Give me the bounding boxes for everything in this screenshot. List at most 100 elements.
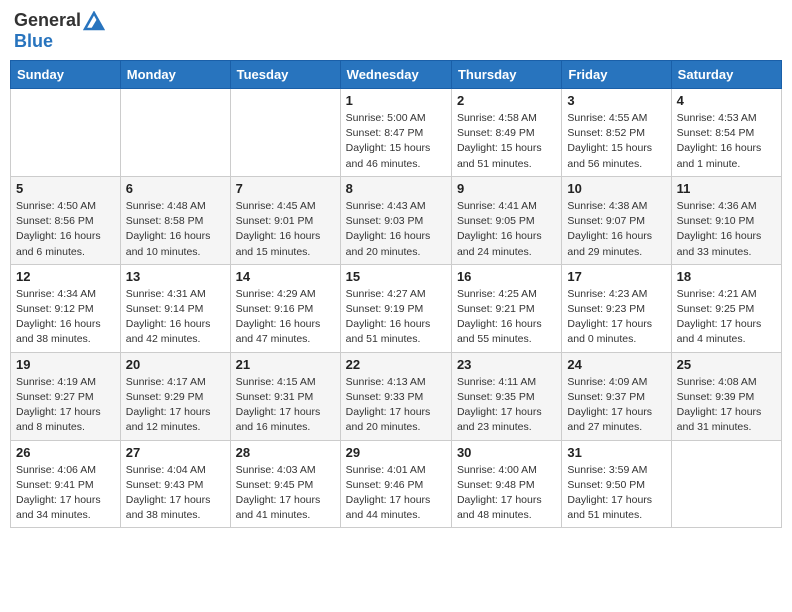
day-info: Sunrise: 4:25 AM Sunset: 9:21 PM Dayligh… <box>457 287 556 348</box>
day-info: Sunrise: 4:31 AM Sunset: 9:14 PM Dayligh… <box>126 287 225 348</box>
day-info: Sunrise: 4:00 AM Sunset: 9:48 PM Dayligh… <box>457 463 556 524</box>
calendar-cell: 14 Sunrise: 4:29 AM Sunset: 9:16 PM Dayli… <box>230 264 340 352</box>
calendar-week-row: 5 Sunrise: 4:50 AM Sunset: 8:56 PM Daylig… <box>11 176 782 264</box>
day-number: 16 <box>457 269 556 284</box>
day-number: 20 <box>126 357 225 372</box>
day-number: 7 <box>236 181 335 196</box>
calendar-week-row: 12Sunrise: 4:34 AM Sunset: 9:12 PM Dayli… <box>11 264 782 352</box>
day-number: 14 <box>236 269 335 284</box>
day-number: 21 <box>236 357 335 372</box>
calendar-cell: 18 Sunrise: 4:21 AM Sunset: 9:25 PM Dayli… <box>671 264 781 352</box>
day-number: 23 <box>457 357 556 372</box>
day-number: 1 <box>346 93 446 108</box>
day-info: Sunrise: 4:45 AM Sunset: 9:01 PM Dayligh… <box>236 199 335 260</box>
day-of-week-header: Tuesday <box>230 61 340 89</box>
day-of-week-header: Wednesday <box>340 61 451 89</box>
calendar-cell: 6 Sunrise: 4:48 AM Sunset: 8:58 PM Daylig… <box>120 176 230 264</box>
logo-icon <box>83 11 105 31</box>
day-info: Sunrise: 4:13 AM Sunset: 9:33 PM Dayligh… <box>346 375 446 436</box>
calendar-cell: 17 Sunrise: 4:23 AM Sunset: 9:23 PM Dayli… <box>562 264 671 352</box>
calendar-cell: 25 Sunrise: 4:08 AM Sunset: 9:39 PM Dayli… <box>671 352 781 440</box>
calendar-cell: 2 Sunrise: 4:58 AM Sunset: 8:49 PM Daylig… <box>451 89 561 177</box>
day-info: Sunrise: 4:17 AM Sunset: 9:29 PM Dayligh… <box>126 375 225 436</box>
day-info: Sunrise: 4:08 AM Sunset: 9:39 PM Dayligh… <box>677 375 776 436</box>
calendar-cell: 19Sunrise: 4:19 AM Sunset: 9:27 PM Dayli… <box>11 352 121 440</box>
day-info: Sunrise: 4:15 AM Sunset: 9:31 PM Dayligh… <box>236 375 335 436</box>
calendar-cell: 1 Sunrise: 5:00 AM Sunset: 8:47 PM Daylig… <box>340 89 451 177</box>
calendar-cell: 21 Sunrise: 4:15 AM Sunset: 9:31 PM Dayli… <box>230 352 340 440</box>
day-info: Sunrise: 4:50 AM Sunset: 8:56 PM Dayligh… <box>16 199 115 260</box>
day-info: Sunrise: 4:23 AM Sunset: 9:23 PM Dayligh… <box>567 287 665 348</box>
calendar-cell: 7 Sunrise: 4:45 AM Sunset: 9:01 PM Daylig… <box>230 176 340 264</box>
calendar-cell: 4Sunrise: 4:53 AM Sunset: 8:54 PM Daylig… <box>671 89 781 177</box>
day-info: Sunrise: 4:48 AM Sunset: 8:58 PM Dayligh… <box>126 199 225 260</box>
day-info: Sunrise: 4:21 AM Sunset: 9:25 PM Dayligh… <box>677 287 776 348</box>
day-info: Sunrise: 4:09 AM Sunset: 9:37 PM Dayligh… <box>567 375 665 436</box>
day-info: Sunrise: 4:53 AM Sunset: 8:54 PM Dayligh… <box>677 111 776 172</box>
calendar-cell: 29Sunrise: 4:01 AM Sunset: 9:46 PM Dayli… <box>340 440 451 528</box>
day-number: 10 <box>567 181 665 196</box>
calendar-cell: 28 Sunrise: 4:03 AM Sunset: 9:45 PM Dayli… <box>230 440 340 528</box>
calendar-cell: 26 Sunrise: 4:06 AM Sunset: 9:41 PM Dayli… <box>11 440 121 528</box>
day-info: Sunrise: 4:04 AM Sunset: 9:43 PM Dayligh… <box>126 463 225 524</box>
calendar-cell <box>11 89 121 177</box>
day-info: Sunrise: 4:43 AM Sunset: 9:03 PM Dayligh… <box>346 199 446 260</box>
day-number: 28 <box>236 445 335 460</box>
day-of-week-header: Thursday <box>451 61 561 89</box>
calendar-table: SundayMondayTuesdayWednesdayThursdayFrid… <box>10 60 782 528</box>
day-of-week-header: Saturday <box>671 61 781 89</box>
calendar-cell: 22 Sunrise: 4:13 AM Sunset: 9:33 PM Dayli… <box>340 352 451 440</box>
day-number: 6 <box>126 181 225 196</box>
calendar-week-row: 19Sunrise: 4:19 AM Sunset: 9:27 PM Dayli… <box>11 352 782 440</box>
day-info: Sunrise: 4:55 AM Sunset: 8:52 PM Dayligh… <box>567 111 665 172</box>
logo: General Blue <box>14 10 105 52</box>
day-info: Sunrise: 4:34 AM Sunset: 9:12 PM Dayligh… <box>16 287 115 348</box>
day-number: 3 <box>567 93 665 108</box>
page-header: General Blue <box>10 10 782 52</box>
logo-general-text: General <box>14 10 81 31</box>
day-info: Sunrise: 4:36 AM Sunset: 9:10 PM Dayligh… <box>677 199 776 260</box>
day-number: 31 <box>567 445 665 460</box>
calendar-cell: 12Sunrise: 4:34 AM Sunset: 9:12 PM Dayli… <box>11 264 121 352</box>
day-number: 17 <box>567 269 665 284</box>
calendar-header-row: SundayMondayTuesdayWednesdayThursdayFrid… <box>11 61 782 89</box>
calendar-week-row: 26 Sunrise: 4:06 AM Sunset: 9:41 PM Dayli… <box>11 440 782 528</box>
day-info: Sunrise: 4:01 AM Sunset: 9:46 PM Dayligh… <box>346 463 446 524</box>
day-number: 9 <box>457 181 556 196</box>
day-number: 8 <box>346 181 446 196</box>
day-info: Sunrise: 4:06 AM Sunset: 9:41 PM Dayligh… <box>16 463 115 524</box>
day-info: Sunrise: 4:03 AM Sunset: 9:45 PM Dayligh… <box>236 463 335 524</box>
calendar-cell: 23Sunrise: 4:11 AM Sunset: 9:35 PM Dayli… <box>451 352 561 440</box>
day-info: Sunrise: 4:29 AM Sunset: 9:16 PM Dayligh… <box>236 287 335 348</box>
calendar-cell: 20 Sunrise: 4:17 AM Sunset: 9:29 PM Dayli… <box>120 352 230 440</box>
calendar-cell: 30 Sunrise: 4:00 AM Sunset: 9:48 PM Dayli… <box>451 440 561 528</box>
day-info: Sunrise: 5:00 AM Sunset: 8:47 PM Dayligh… <box>346 111 446 172</box>
calendar-cell: 9Sunrise: 4:41 AM Sunset: 9:05 PM Daylig… <box>451 176 561 264</box>
day-number: 18 <box>677 269 776 284</box>
day-number: 22 <box>346 357 446 372</box>
day-number: 13 <box>126 269 225 284</box>
calendar-cell: 11Sunrise: 4:36 AM Sunset: 9:10 PM Dayli… <box>671 176 781 264</box>
calendar-cell <box>671 440 781 528</box>
day-number: 26 <box>16 445 115 460</box>
day-info: Sunrise: 4:38 AM Sunset: 9:07 PM Dayligh… <box>567 199 665 260</box>
day-number: 15 <box>346 269 446 284</box>
day-number: 2 <box>457 93 556 108</box>
day-number: 25 <box>677 357 776 372</box>
day-info: Sunrise: 4:19 AM Sunset: 9:27 PM Dayligh… <box>16 375 115 436</box>
day-of-week-header: Sunday <box>11 61 121 89</box>
day-info: Sunrise: 4:58 AM Sunset: 8:49 PM Dayligh… <box>457 111 556 172</box>
day-number: 24 <box>567 357 665 372</box>
day-number: 5 <box>16 181 115 196</box>
calendar-cell: 3 Sunrise: 4:55 AM Sunset: 8:52 PM Daylig… <box>562 89 671 177</box>
day-number: 27 <box>126 445 225 460</box>
calendar-cell: 5 Sunrise: 4:50 AM Sunset: 8:56 PM Daylig… <box>11 176 121 264</box>
calendar-week-row: 1 Sunrise: 5:00 AM Sunset: 8:47 PM Daylig… <box>11 89 782 177</box>
day-of-week-header: Monday <box>120 61 230 89</box>
calendar-cell: 27 Sunrise: 4:04 AM Sunset: 9:43 PM Dayli… <box>120 440 230 528</box>
day-of-week-header: Friday <box>562 61 671 89</box>
calendar-cell: 10 Sunrise: 4:38 AM Sunset: 9:07 PM Dayli… <box>562 176 671 264</box>
logo-blue-text: Blue <box>14 31 105 52</box>
day-number: 30 <box>457 445 556 460</box>
calendar-cell: 13 Sunrise: 4:31 AM Sunset: 9:14 PM Dayli… <box>120 264 230 352</box>
